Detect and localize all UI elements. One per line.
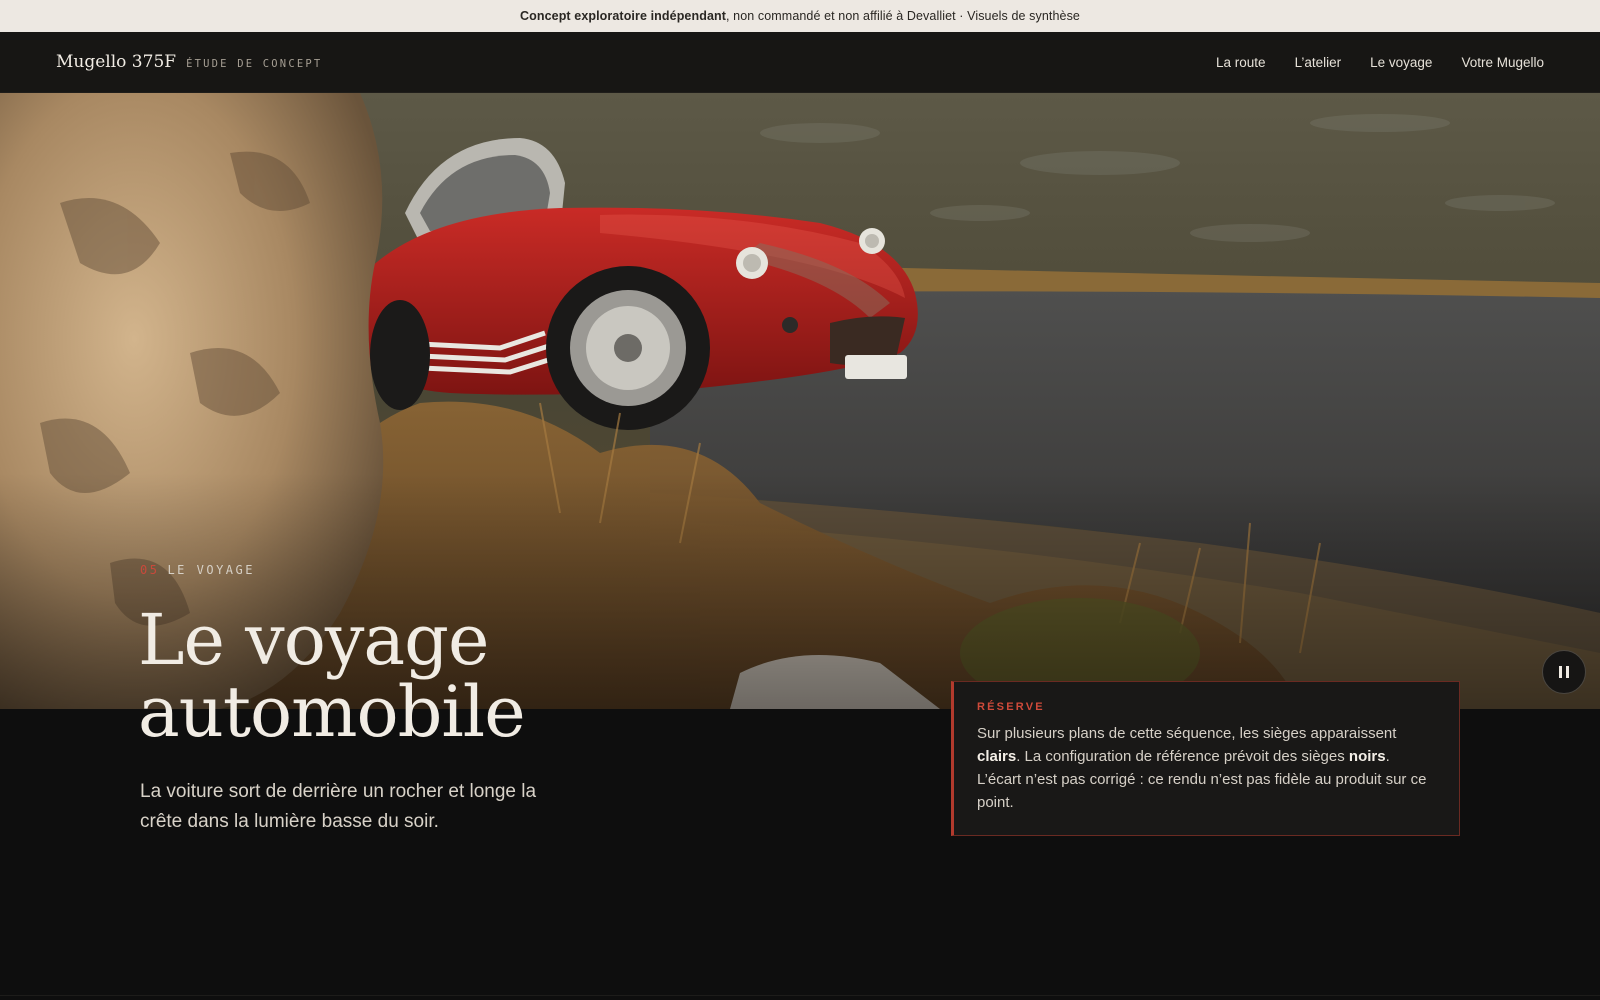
nav-link-atelier[interactable]: L’atelier [1295, 55, 1342, 70]
title-line-1: Le voyage [138, 599, 489, 681]
page-title: Le voyage automobile [138, 604, 738, 748]
reserve-bold-2: noirs [1348, 748, 1386, 765]
reserve-text-2: . La configuration de référence prévoit … [1016, 748, 1349, 765]
nav-links: La route L’atelier Le voyage Votre Mugel… [1216, 55, 1544, 70]
title-line-2: automobile [138, 671, 526, 753]
reserve-bold-1: clairs [977, 748, 1017, 765]
reserve-note: RÉSERVE Sur plusieurs plans de cette séq… [951, 681, 1460, 836]
disclaimer-bold: Concept exploratoire indépendant [520, 9, 727, 23]
disclaimer-bar: Concept exploratoire indépendant, non co… [0, 0, 1600, 32]
nav-link-votre-mugello[interactable]: Votre Mugello [1461, 55, 1544, 70]
disclaimer-text: Concept exploratoire indépendant, non co… [520, 9, 1080, 23]
hero-lede: La voiture sort de derrière un rocher et… [140, 781, 537, 832]
brand-subtitle: ÉTUDE DE CONCEPT [186, 58, 323, 70]
reserve-title: RÉSERVE [977, 701, 1045, 713]
disclaimer-rest: , non commandé et non affilié à Devallie… [726, 9, 1080, 23]
section-label: LE VOYAGE [167, 563, 255, 577]
top-nav: Mugello 375F ÉTUDE DE CONCEPT La route L… [0, 32, 1600, 93]
section-number: 05 [140, 563, 160, 577]
pause-icon [1559, 666, 1569, 678]
brand[interactable]: Mugello 375F ÉTUDE DE CONCEPT [56, 52, 322, 72]
section-eyebrow: 05 LE VOYAGE [140, 563, 255, 577]
nav-link-le-voyage[interactable]: Le voyage [1370, 55, 1432, 70]
reserve-body: Sur plusieurs plans de cette séquence, l… [977, 722, 1435, 814]
divider [0, 995, 1600, 996]
nav-link-la-route[interactable]: La route [1216, 55, 1266, 70]
reserve-text-1: Sur plusieurs plans de cette séquence, l… [977, 725, 1397, 742]
pause-button[interactable] [1542, 650, 1586, 694]
brand-name: Mugello 375F [56, 52, 177, 72]
